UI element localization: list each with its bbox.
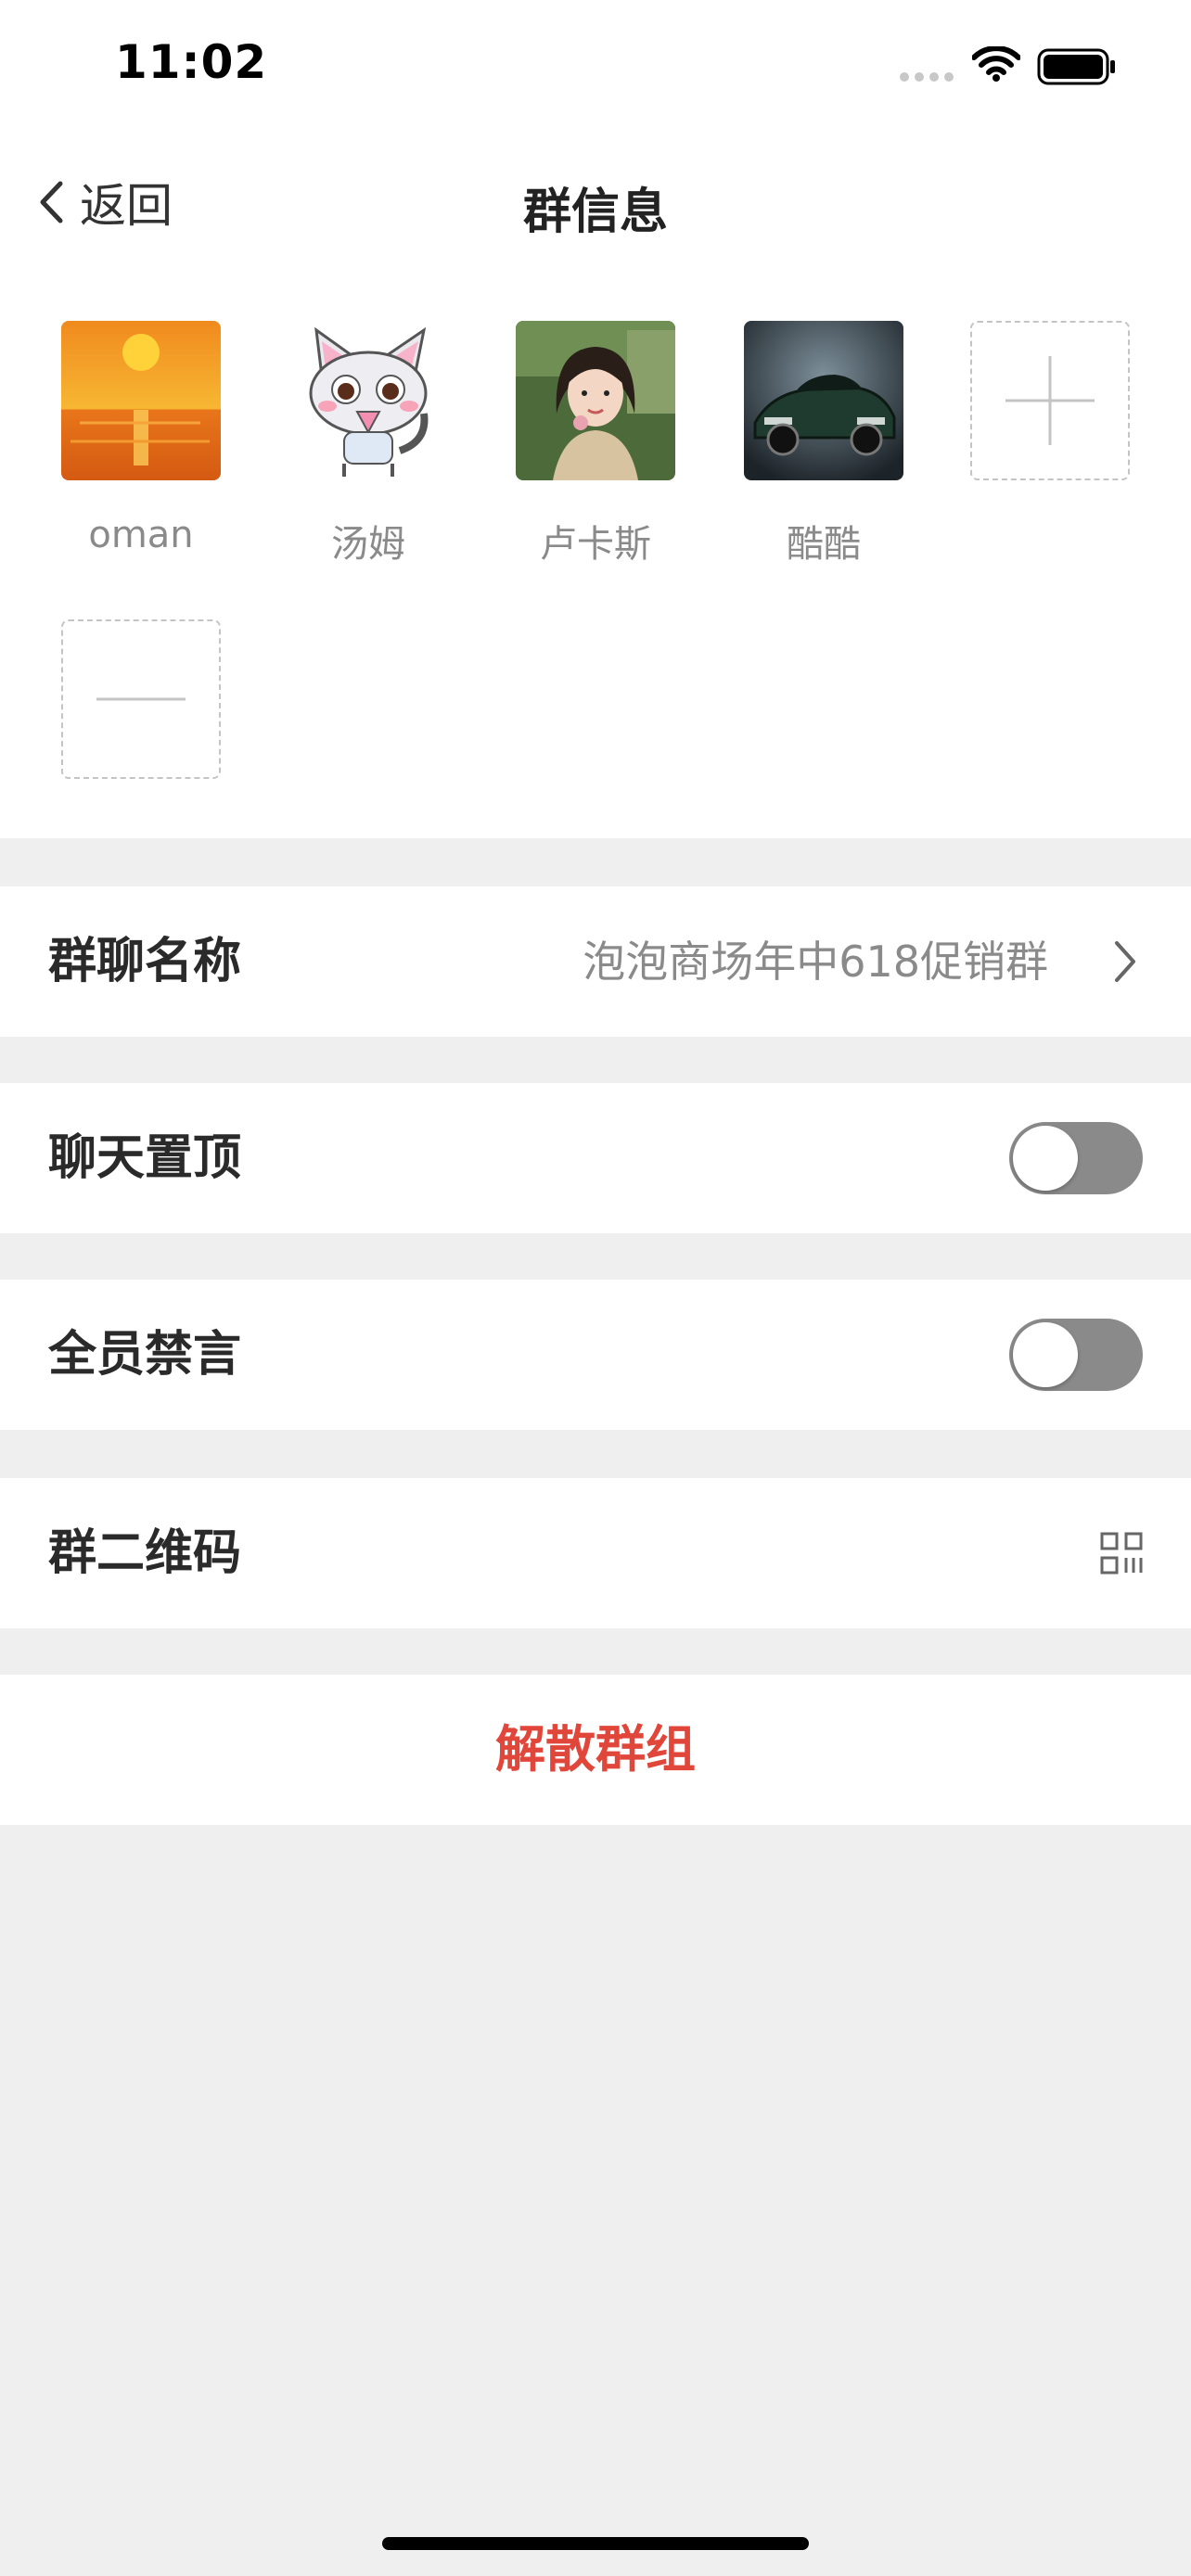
qr-code-row[interactable]: 群二维码 bbox=[0, 1478, 1191, 1628]
pin-chat-toggle[interactable] bbox=[1009, 1122, 1143, 1194]
mute-all-row: 全员禁言 bbox=[0, 1280, 1191, 1430]
qr-code-icon bbox=[1100, 1532, 1143, 1575]
sunset-avatar bbox=[61, 321, 221, 480]
signal-icon bbox=[900, 72, 954, 82]
mute-all-toggle[interactable] bbox=[1009, 1319, 1143, 1391]
toggle-knob bbox=[1013, 1126, 1078, 1191]
remove-member-button[interactable] bbox=[61, 619, 221, 779]
dissolve-group-button[interactable]: 解散群组 bbox=[0, 1675, 1191, 1825]
toggle-knob bbox=[1013, 1322, 1078, 1387]
group-name-label: 群聊名称 bbox=[48, 934, 242, 989]
pin-chat-label: 聊天置顶 bbox=[48, 1130, 242, 1186]
qr-code-label: 群二维码 bbox=[48, 1525, 242, 1581]
pin-chat-row: 聊天置顶 bbox=[0, 1083, 1191, 1233]
status-time: 11:02 bbox=[115, 35, 268, 89]
home-indicator bbox=[382, 2537, 809, 2550]
member-item[interactable]: 汤姆 bbox=[288, 321, 448, 567]
page-title: 群信息 bbox=[522, 185, 668, 240]
minus-icon bbox=[96, 697, 186, 701]
add-member-box[interactable] bbox=[970, 321, 1130, 480]
member-name: 卢卡斯 bbox=[540, 523, 651, 566]
status-bar: 11:02 bbox=[0, 0, 1191, 139]
member-item[interactable]: 卢卡斯 bbox=[516, 321, 675, 567]
cartoon-cat-avatar bbox=[288, 321, 448, 480]
remove-member-box[interactable] bbox=[61, 619, 221, 779]
navigation-bar: 返回 群信息 bbox=[0, 139, 1191, 269]
group-name-row[interactable]: 群聊名称 泡泡商场年中618促销群 bbox=[0, 886, 1191, 1037]
member-name: 酷酷 bbox=[787, 523, 861, 566]
member-name: 汤姆 bbox=[331, 523, 405, 566]
chevron-right-icon bbox=[1115, 941, 1135, 982]
member-name: oman bbox=[88, 514, 194, 556]
sports-car-avatar bbox=[744, 321, 903, 480]
mute-all-label: 全员禁言 bbox=[48, 1327, 242, 1383]
member-item[interactable]: 酷酷 bbox=[744, 321, 903, 567]
girl-photo-avatar bbox=[516, 321, 675, 480]
group-name-value: 泡泡商场年中618促销群 bbox=[583, 937, 1048, 987]
add-member-button[interactable] bbox=[970, 321, 1130, 480]
battery-icon bbox=[1037, 48, 1115, 85]
member-item[interactable]: oman bbox=[61, 321, 221, 556]
wifi-icon bbox=[972, 46, 1020, 82]
plus-icon bbox=[1005, 356, 1095, 445]
dissolve-group-label: 解散群组 bbox=[495, 1720, 696, 1779]
